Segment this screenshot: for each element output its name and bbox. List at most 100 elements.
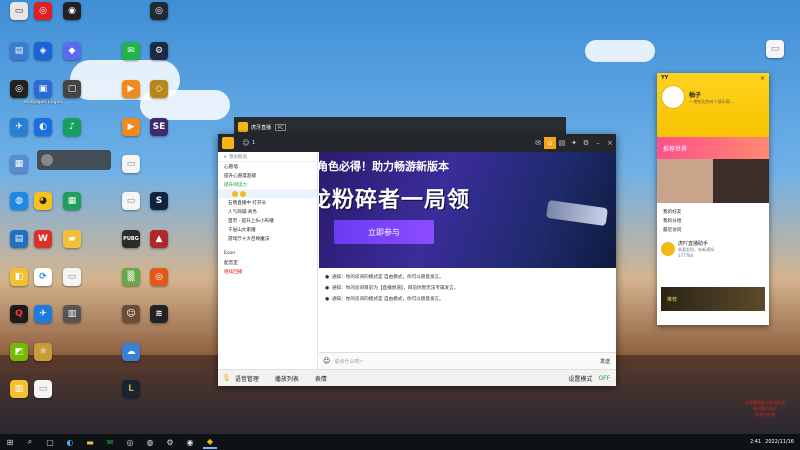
bottom-right-item[interactable]: 设置模式 — [568, 374, 592, 383]
app-icon[interactable]: ◎ — [123, 435, 137, 449]
tree-item[interactable]: 提升阅读力 — [218, 180, 317, 189]
tree-item-label: 心愿墙 — [224, 164, 238, 170]
tree-item-label: 首页 · 提升上头小布播 — [228, 218, 274, 224]
chat-icon[interactable]: ✉ — [103, 435, 117, 449]
photo[interactable] — [713, 159, 769, 203]
list-icon[interactable]: ▤ — [556, 137, 568, 149]
clock-time[interactable]: 2:41 — [750, 439, 761, 445]
yy-panel[interactable]: YY × 柚子 ~ 哪些比你对人很乐观... 推荐世界 我的好友 我的分组 最近… — [657, 73, 769, 325]
bottom-item[interactable]: 表情 — [315, 374, 327, 383]
app-icon[interactable]: ◉ — [183, 435, 197, 449]
desktop-icon[interactable]: ☁ — [112, 343, 150, 383]
chat-input[interactable]: 说点什么吧~ — [334, 358, 600, 365]
tree-item-label: 人气商城·商务 — [228, 209, 258, 215]
home-tab-icon[interactable]: ⌂ — [544, 137, 556, 149]
window-toolbar: ☺ 1 ✉ ⌂ ▤ ✦ ⚙ – × — [218, 134, 616, 152]
yy-tab[interactable]: 最近访问 — [657, 225, 769, 234]
desktop-icon[interactable]: ≋ — [140, 305, 178, 345]
desktop-icon-steam[interactable]: ⚙ — [140, 42, 178, 82]
avatar[interactable] — [661, 85, 685, 109]
search-icon[interactable]: ⌕ — [23, 435, 37, 449]
home-icon[interactable] — [222, 137, 234, 149]
desktop-icon[interactable]: ▭ — [24, 380, 62, 420]
yy-tab[interactable]: 我的分组 — [657, 216, 769, 225]
info-icon: ● — [325, 285, 330, 291]
huya-icon[interactable]: ◆ — [203, 435, 217, 449]
yy-title: YY — [661, 75, 669, 81]
photo[interactable] — [657, 159, 713, 203]
desktop-icon[interactable]: ◇ — [140, 80, 178, 120]
search-row[interactable]: ⌕ 添加频道 — [218, 152, 317, 162]
tree-item-label: 继续回播 — [224, 269, 243, 275]
minimize-icon[interactable]: – — [592, 137, 604, 149]
tree-item[interactable]: Econ — [218, 249, 317, 258]
desktop-icon[interactable]: ▥ — [53, 305, 91, 345]
gamepad-icon[interactable]: ✦ — [568, 137, 580, 149]
close-icon[interactable]: × — [760, 75, 765, 82]
banner-subtitle: 角色必得！助力畅游新版本 — [319, 160, 449, 173]
tree-item[interactable]: 首页 · 提升上头小布播 — [218, 216, 317, 225]
desktop-icon[interactable]: S — [140, 192, 178, 232]
recent-item[interactable]: 虎吖直播助手 恭喜发财，有新通知 177784 — [657, 236, 769, 262]
start-icon[interactable]: ⊞ — [3, 435, 17, 449]
desktop-icon[interactable]: ▦ — [53, 192, 91, 232]
status-badge: PC — [275, 123, 287, 131]
online-count-icon: ☺ — [242, 139, 250, 147]
bottom-right-item[interactable]: OFF — [598, 375, 610, 382]
info-icon: ● — [325, 274, 330, 280]
bottom-item[interactable]: 语音管理 — [235, 374, 259, 383]
chat-text: 通知：你的房间目前为【直播频道】，目前你暂无法专属发言。 — [332, 286, 459, 291]
desktop-icon-league[interactable]: L — [112, 380, 150, 420]
tree-item-active[interactable] — [218, 189, 317, 198]
desktop-icon[interactable]: ▢ — [53, 80, 91, 120]
chat-line: ● 通知：你的房间的模式是 自由模式，你可以随意发言。 — [325, 296, 444, 303]
tree-item[interactable]: 配音室 — [218, 258, 317, 267]
huya-main-window[interactable]: ☺ 1 ✉ ⌂ ▤ ✦ ⚙ – × ⌕ 添加频道 心愿墙 提升心愿度超级 提升阅… — [218, 134, 616, 386]
tree-item[interactable]: 人气商城·商务 — [218, 207, 317, 216]
tree-item[interactable]: 游戏厅十大召唤魔法 — [218, 234, 317, 243]
desktop-icon[interactable]: SE — [140, 118, 178, 158]
clock-date[interactable]: 2022/11/16 — [765, 439, 794, 445]
tree-item[interactable]: 提升心愿度超级 — [218, 171, 317, 180]
desktop-icon[interactable]: ◎ — [140, 268, 178, 308]
folder-icon[interactable]: ▬ — [83, 435, 97, 449]
mic-icon[interactable]: 🎙 — [222, 374, 231, 382]
tree-item[interactable]: 继续回播 — [218, 267, 317, 276]
desktop-icon[interactable]: ▦ — [0, 155, 38, 195]
tree-item[interactable]: 心愿墙 — [218, 162, 317, 171]
desktop-icon-obs[interactable]: ◉ — [53, 2, 91, 42]
desktop-icon[interactable]: ▭ — [112, 155, 150, 195]
task-view-icon[interactable]: ▢ — [43, 435, 57, 449]
chat-line: ● 通知：你的房间的模式是 自由模式，你可以随意发言。 — [325, 274, 444, 281]
online-count: 1 — [252, 140, 256, 146]
user-badge-icon — [232, 190, 238, 197]
bottom-item[interactable]: 播放列表 — [275, 374, 299, 383]
banner-cta-button[interactable]: 立即参与 — [334, 220, 434, 244]
desktop-icon[interactable]: ▰ — [53, 230, 91, 270]
edge-icon[interactable]: ◐ — [63, 435, 77, 449]
chat-text: 通知：你的房间的模式是 自由模式，你可以随意发言。 — [332, 297, 444, 302]
tree-item-label: 提升阅读力 — [224, 182, 247, 188]
yy-tab[interactable]: 我的好友 — [657, 207, 769, 216]
message-icon[interactable]: ✉ — [532, 137, 544, 149]
yy-header: YY × 柚子 ~ 哪些比你对人很乐观... — [657, 73, 769, 137]
desktop-icon[interactable]: ▲ — [140, 230, 178, 270]
desktop-icon[interactable]: ▭ — [53, 268, 91, 308]
close-icon[interactable]: × — [604, 137, 616, 149]
mini-banner[interactable]: 推荐 — [661, 287, 765, 311]
settings-icon[interactable]: ⚙ — [580, 137, 592, 149]
section-title: 推荐世界 — [657, 137, 769, 159]
send-button[interactable]: 发送 — [600, 358, 610, 365]
window-title: 虎牙直播 — [251, 124, 272, 131]
steam-icon[interactable]: ⚙ — [163, 435, 177, 449]
desktop-icon[interactable]: ◎ — [140, 2, 178, 42]
user-badge-icon — [240, 190, 246, 197]
desktop-icon[interactable]: ◆ — [53, 42, 91, 82]
tree-item[interactable]: 石牌直播中 打开头 — [218, 198, 317, 207]
app-icon[interactable]: ◍ — [143, 435, 157, 449]
promo-banner[interactable]: 角色必得！助力畅游新版本 龙粉碎者一局领 立即参与 — [319, 152, 616, 268]
tree-item[interactable]: 千层山大家播 — [218, 225, 317, 234]
emoji-icon[interactable]: ☺ — [323, 357, 330, 365]
desktop-icon[interactable]: ☼ — [24, 343, 62, 383]
app-logo-icon — [238, 122, 248, 132]
